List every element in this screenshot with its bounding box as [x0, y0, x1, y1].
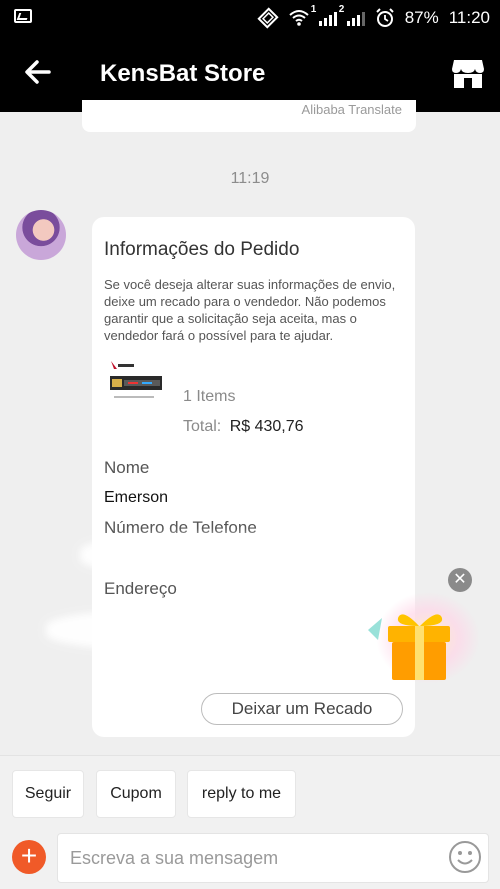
status-bar: 1 2 87% 11:20 [0, 0, 500, 36]
smiley-icon [449, 841, 481, 873]
close-icon: ✕ [453, 571, 467, 588]
redaction-blur [182, 357, 402, 383]
redaction-blur [80, 535, 330, 575]
store-icon [452, 60, 484, 88]
redaction-blur [176, 485, 326, 511]
battery-percent: 87% [404, 8, 439, 27]
status-time: 11:20 [448, 8, 490, 27]
translate-footer: Alibaba Translate [301, 102, 402, 117]
add-attachment-button[interactable]: + [12, 840, 46, 874]
total-label: Total: [183, 418, 222, 435]
order-info-card: Informações do Pedido Se você deseja alt… [46, 217, 415, 737]
message-input[interactable] [57, 833, 489, 883]
quick-reply-seguir[interactable]: Seguir [12, 770, 84, 818]
alarm-icon [375, 8, 394, 27]
gallery-notification-icon [14, 9, 32, 23]
product-thumbnail[interactable] [108, 359, 164, 409]
leave-note-button[interactable]: Deixar um Recado [201, 693, 403, 725]
quick-reply-cupom[interactable]: Cupom [96, 770, 176, 818]
order-total: Total: R$ 430,76 [183, 418, 304, 436]
address-label: Endereço [104, 579, 177, 598]
gift-promo-button[interactable] [368, 590, 480, 684]
sim2-label: 2 [338, 4, 345, 15]
order-card-description: Se você deseja alterar suas informações … [104, 277, 396, 343]
back-button[interactable] [22, 56, 56, 90]
store-title: KensBat Store [100, 60, 266, 87]
signal-sim1-icon: 1 [311, 4, 337, 26]
total-value: R$ 430,76 [229, 418, 304, 435]
name-value: Emerson [104, 489, 169, 506]
store-button[interactable] [450, 56, 486, 90]
ssd-product-image [108, 359, 164, 409]
wifi-icon [289, 10, 309, 26]
close-gift-button[interactable]: ✕ [448, 568, 472, 592]
seller-avatar[interactable] [16, 210, 66, 260]
message-timestamp: 11:19 [230, 170, 270, 187]
status-icons: 1 2 87% 11:20 [257, 0, 490, 36]
sim1-label: 1 [310, 4, 317, 15]
emoji-button[interactable] [448, 840, 482, 874]
previous-message-card: Alibaba Translate [82, 100, 416, 132]
redaction-blur [46, 609, 366, 651]
arrow-left-icon [25, 60, 51, 84]
gift-icon [368, 592, 480, 684]
signal-sim2-icon: 2 [339, 4, 365, 26]
vibrate-icon [257, 7, 279, 29]
items-count: 1 Items [183, 388, 236, 405]
order-card-title: Informações do Pedido [104, 239, 300, 260]
name-label: Nome [104, 458, 150, 477]
quick-reply-reply-to-me[interactable]: reply to me [187, 770, 296, 818]
message-composer: + [0, 829, 500, 889]
plus-icon: + [20, 840, 38, 871]
quick-reply-bar: Seguir Cupom reply to me [0, 755, 500, 829]
